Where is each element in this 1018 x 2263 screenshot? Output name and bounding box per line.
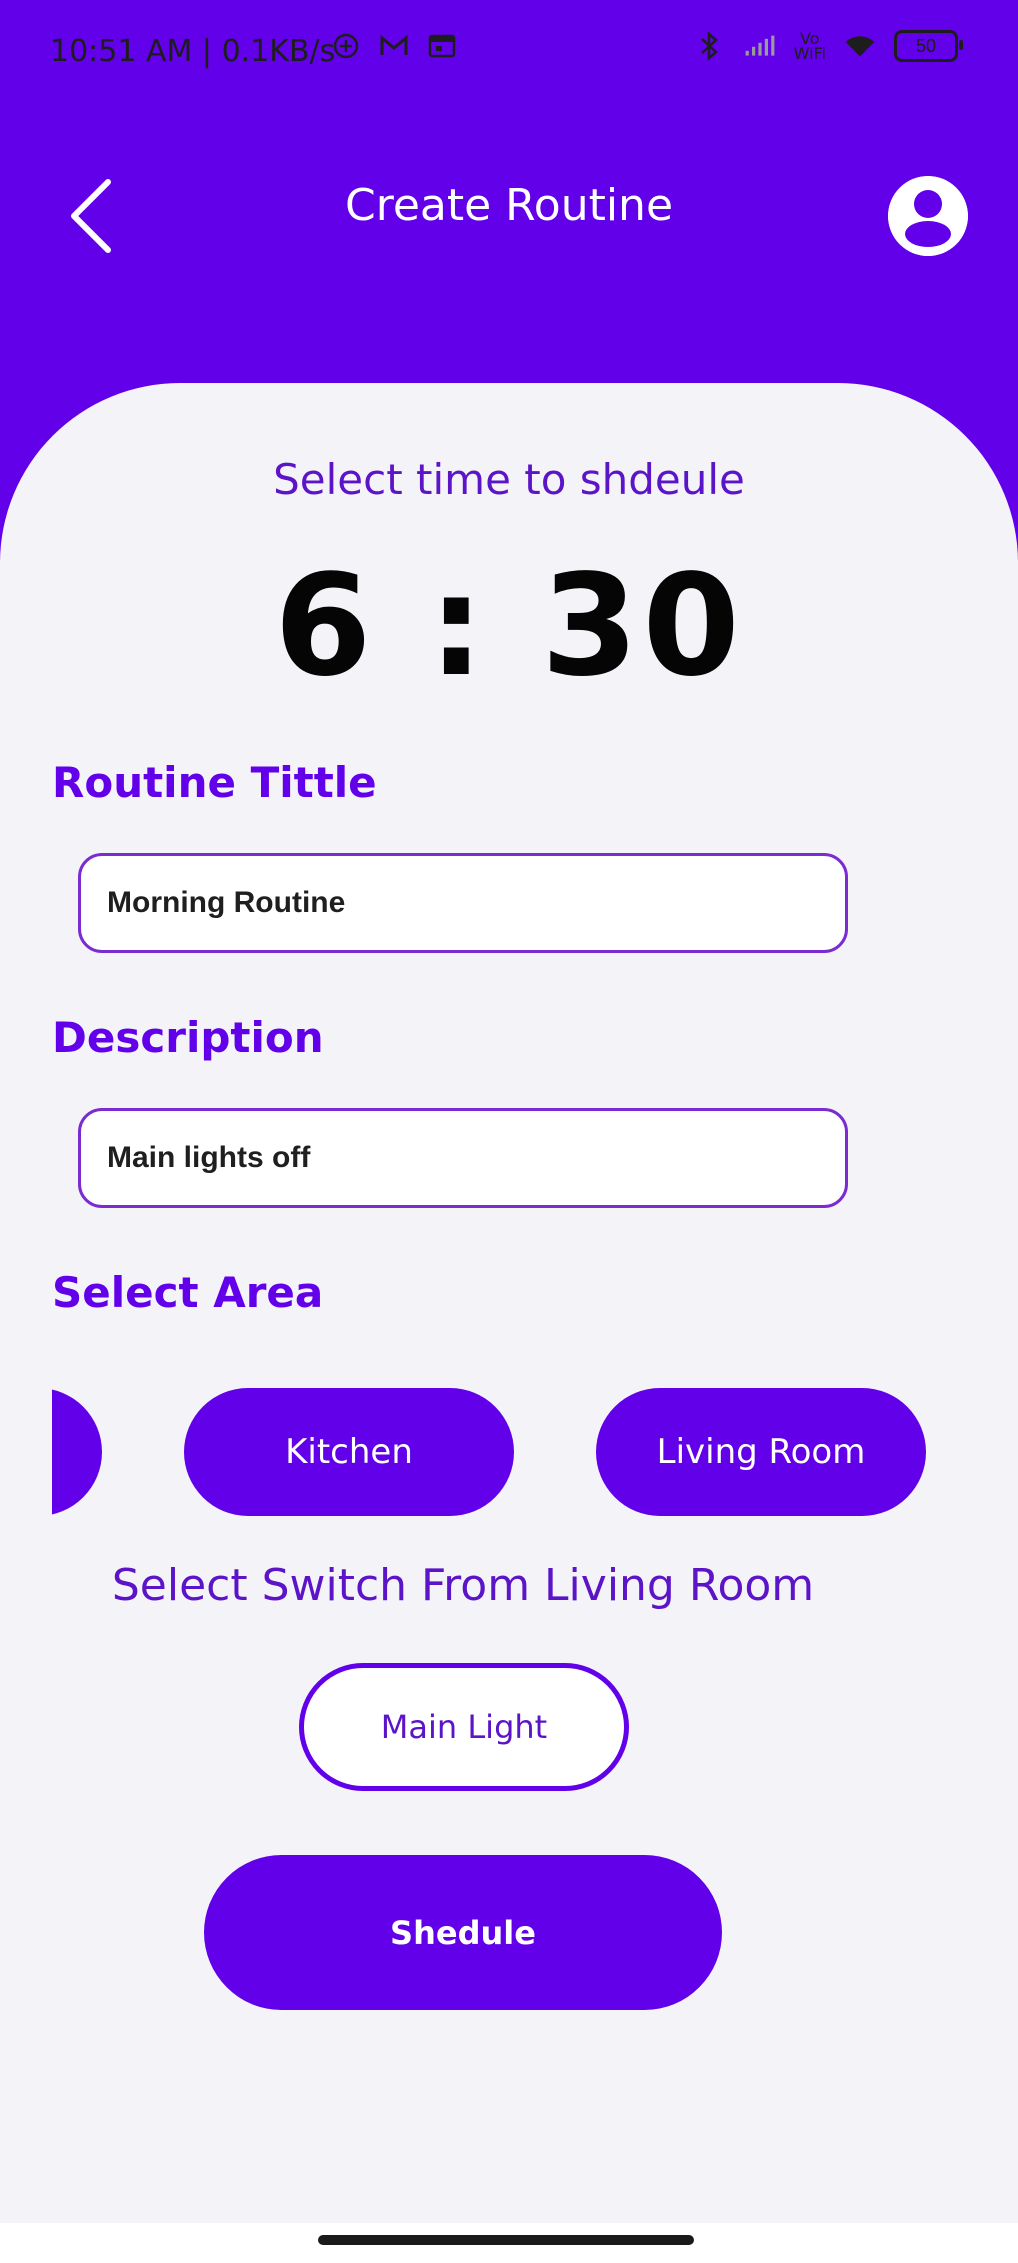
description-input[interactable] <box>105 1140 845 1176</box>
routine-title-label: Routine Tittle <box>52 758 377 807</box>
vowifi-bottom-text: WiFi <box>793 44 826 63</box>
description-field[interactable] <box>78 1108 848 1208</box>
status-time: 10:51 AM | 0.1KB/s <box>50 34 336 69</box>
schedule-button[interactable]: Shedule <box>204 1855 722 2010</box>
signal-icon <box>744 30 776 62</box>
gmail-icon <box>378 30 410 62</box>
time-picker[interactable]: 6 : 30 <box>0 545 1018 708</box>
plus-circle-icon <box>330 30 362 62</box>
status-bar: 10:51 AM | 0.1KB/s Vo WiFi 50 <box>0 0 1018 110</box>
switch-chip-main-light[interactable]: Main Light <box>299 1663 629 1791</box>
wifi-icon <box>844 30 876 62</box>
area-chip-living-room[interactable]: Living Room <box>596 1388 926 1516</box>
switch-prompt: Select Switch From Living Room <box>111 1560 815 1611</box>
status-system-icons: Vo WiFi 50 <box>694 30 963 63</box>
bluetooth-icon <box>694 30 726 62</box>
profile-button[interactable] <box>888 176 968 256</box>
vowifi-indicator: Vo WiFi <box>793 31 826 63</box>
routine-title-field[interactable] <box>78 853 848 953</box>
battery-level: 50 <box>915 35 937 56</box>
calendar-icon <box>426 30 458 62</box>
status-notification-icons <box>330 30 458 62</box>
user-avatar-icon <box>888 176 968 256</box>
page-title: Create Routine <box>344 180 674 231</box>
select-area-label: Select Area <box>52 1268 324 1317</box>
battery-icon: 50 <box>894 30 963 62</box>
area-chip-partial[interactable] <box>52 1388 102 1516</box>
area-chip-kitchen[interactable]: Kitchen <box>184 1388 514 1516</box>
routine-title-input[interactable] <box>105 885 845 921</box>
description-label: Description <box>52 1013 324 1062</box>
area-chip-list[interactable]: Kitchen Living Room <box>52 1388 982 1518</box>
time-prompt: Select time to shdeule <box>273 455 745 504</box>
home-indicator[interactable] <box>318 2235 694 2245</box>
